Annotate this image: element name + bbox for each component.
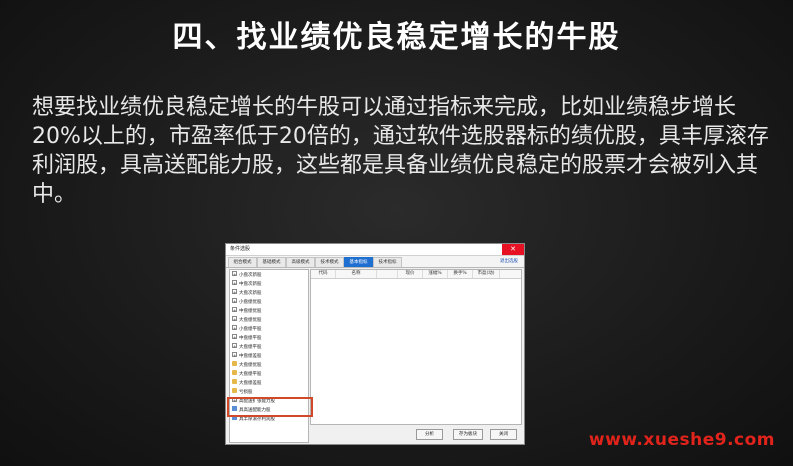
plus-icon: + [232,325,237,331]
tab-basic-indicators[interactable]: 基本指标 [344,257,373,267]
tab-combination-mode[interactable]: 组合模式 [228,257,257,267]
watermark: www.xueshe9.com [588,430,775,450]
tree-item[interactable]: 大盘绩差股 [232,379,262,388]
chart-icon [232,406,237,411]
chart-icon [232,415,237,420]
folder-icon [232,388,237,393]
tree-item[interactable]: + 高配送扩张能力股 [232,397,275,406]
window-close-button[interactable]: ✕ [502,244,524,255]
plus-icon: + [232,397,237,403]
column-header-change[interactable]: 涨幅% [423,270,448,278]
tree-item[interactable]: + 大盘次新股 [232,289,262,298]
slide-body-text: 想要找业绩优良稳定增长的牛股可以通过指标来完成，比如业绩稳步增长20%以上的，市… [32,95,769,207]
close-button[interactable]: 关闭 [490,429,517,440]
analyze-button[interactable]: 分析 [416,429,443,440]
plus-icon: + [232,298,237,304]
tree-item-high-dividend[interactable]: 具高送配能力股 [232,406,271,415]
folder-icon [232,379,237,384]
plus-icon: + [232,271,237,277]
window-titlebar: 条件选股 ✕ [226,244,524,256]
slide-title: 四、找业绩优良稳定增长的牛股 [172,20,621,55]
tree-item[interactable]: + 大盘绩平股 [232,343,262,352]
tab-technical-mode[interactable]: 技术模式 [315,257,344,267]
window-title: 条件选股 [230,246,251,252]
exit-screener-link[interactable]: 退出选股 [500,257,518,266]
tab-technical-indicators[interactable]: 技术指标 [373,257,402,267]
folder-icon [232,361,237,366]
save-as-block-button[interactable]: 存为板块 [453,429,483,440]
column-header-pe[interactable]: 市盈(动) [473,270,500,278]
category-tree: + 小盘次新股 + 中盘次新股 + 大盘次新股 + 小盘绩优股 + 中盘绩优股 + 大盘绩优… [229,269,309,443]
result-grid: 代码 名称 现价 涨幅% 换手% 市盈(动) [310,269,522,425]
column-header-code[interactable]: 代码 [311,270,336,278]
tree-item[interactable]: 大盘绩优股 [232,361,262,370]
stock-screener-window: 条件选股 ✕ 组合模式 基础模式 高级模式 技术模式 基本指标 技术指标 退出选… [225,243,525,445]
column-header-name[interactable]: 名称 [336,270,377,278]
tree-item[interactable]: + 中盘绩差股 [232,352,262,361]
grid-header: 代码 名称 现价 涨幅% 换手% 市盈(动) [311,270,521,279]
column-header-turnover[interactable]: 换手% [448,270,473,278]
tree-item[interactable]: + 中盘绩优股 [232,307,262,316]
tree-item[interactable]: + 大盘绩优股 [232,316,262,325]
tree-item[interactable]: + 小盘绩平股 [232,325,262,334]
tab-basic-mode[interactable]: 基础模式 [257,257,286,267]
tree-item[interactable]: + 中盘绩平股 [232,334,262,343]
plus-icon: + [232,316,237,322]
tab-bar: 组合模式 基础模式 高级模式 技术模式 基本指标 技术指标 退出选股 [226,256,524,268]
plus-icon: + [232,289,237,295]
tree-item[interactable]: 亏损股 [232,388,253,397]
plus-icon: + [232,280,237,286]
tab-advanced-mode[interactable]: 高级模式 [286,257,315,267]
tree-item[interactable]: 大盘绩平股 [232,370,262,379]
tree-item[interactable]: + 中盘次新股 [232,280,262,289]
tree-item[interactable]: + 小盘绩优股 [232,298,262,307]
plus-icon: + [232,307,237,313]
tree-item-rich-retained-profit[interactable]: 具丰厚滚存利润股 [232,415,275,424]
tree-item[interactable]: + 小盘次新股 [232,271,262,280]
plus-icon: + [232,334,237,340]
plus-icon: + [232,352,237,358]
folder-icon [232,370,237,375]
column-header-price[interactable]: 现价 [398,270,423,278]
column-header-blank[interactable] [377,270,398,278]
plus-icon: + [232,343,237,349]
